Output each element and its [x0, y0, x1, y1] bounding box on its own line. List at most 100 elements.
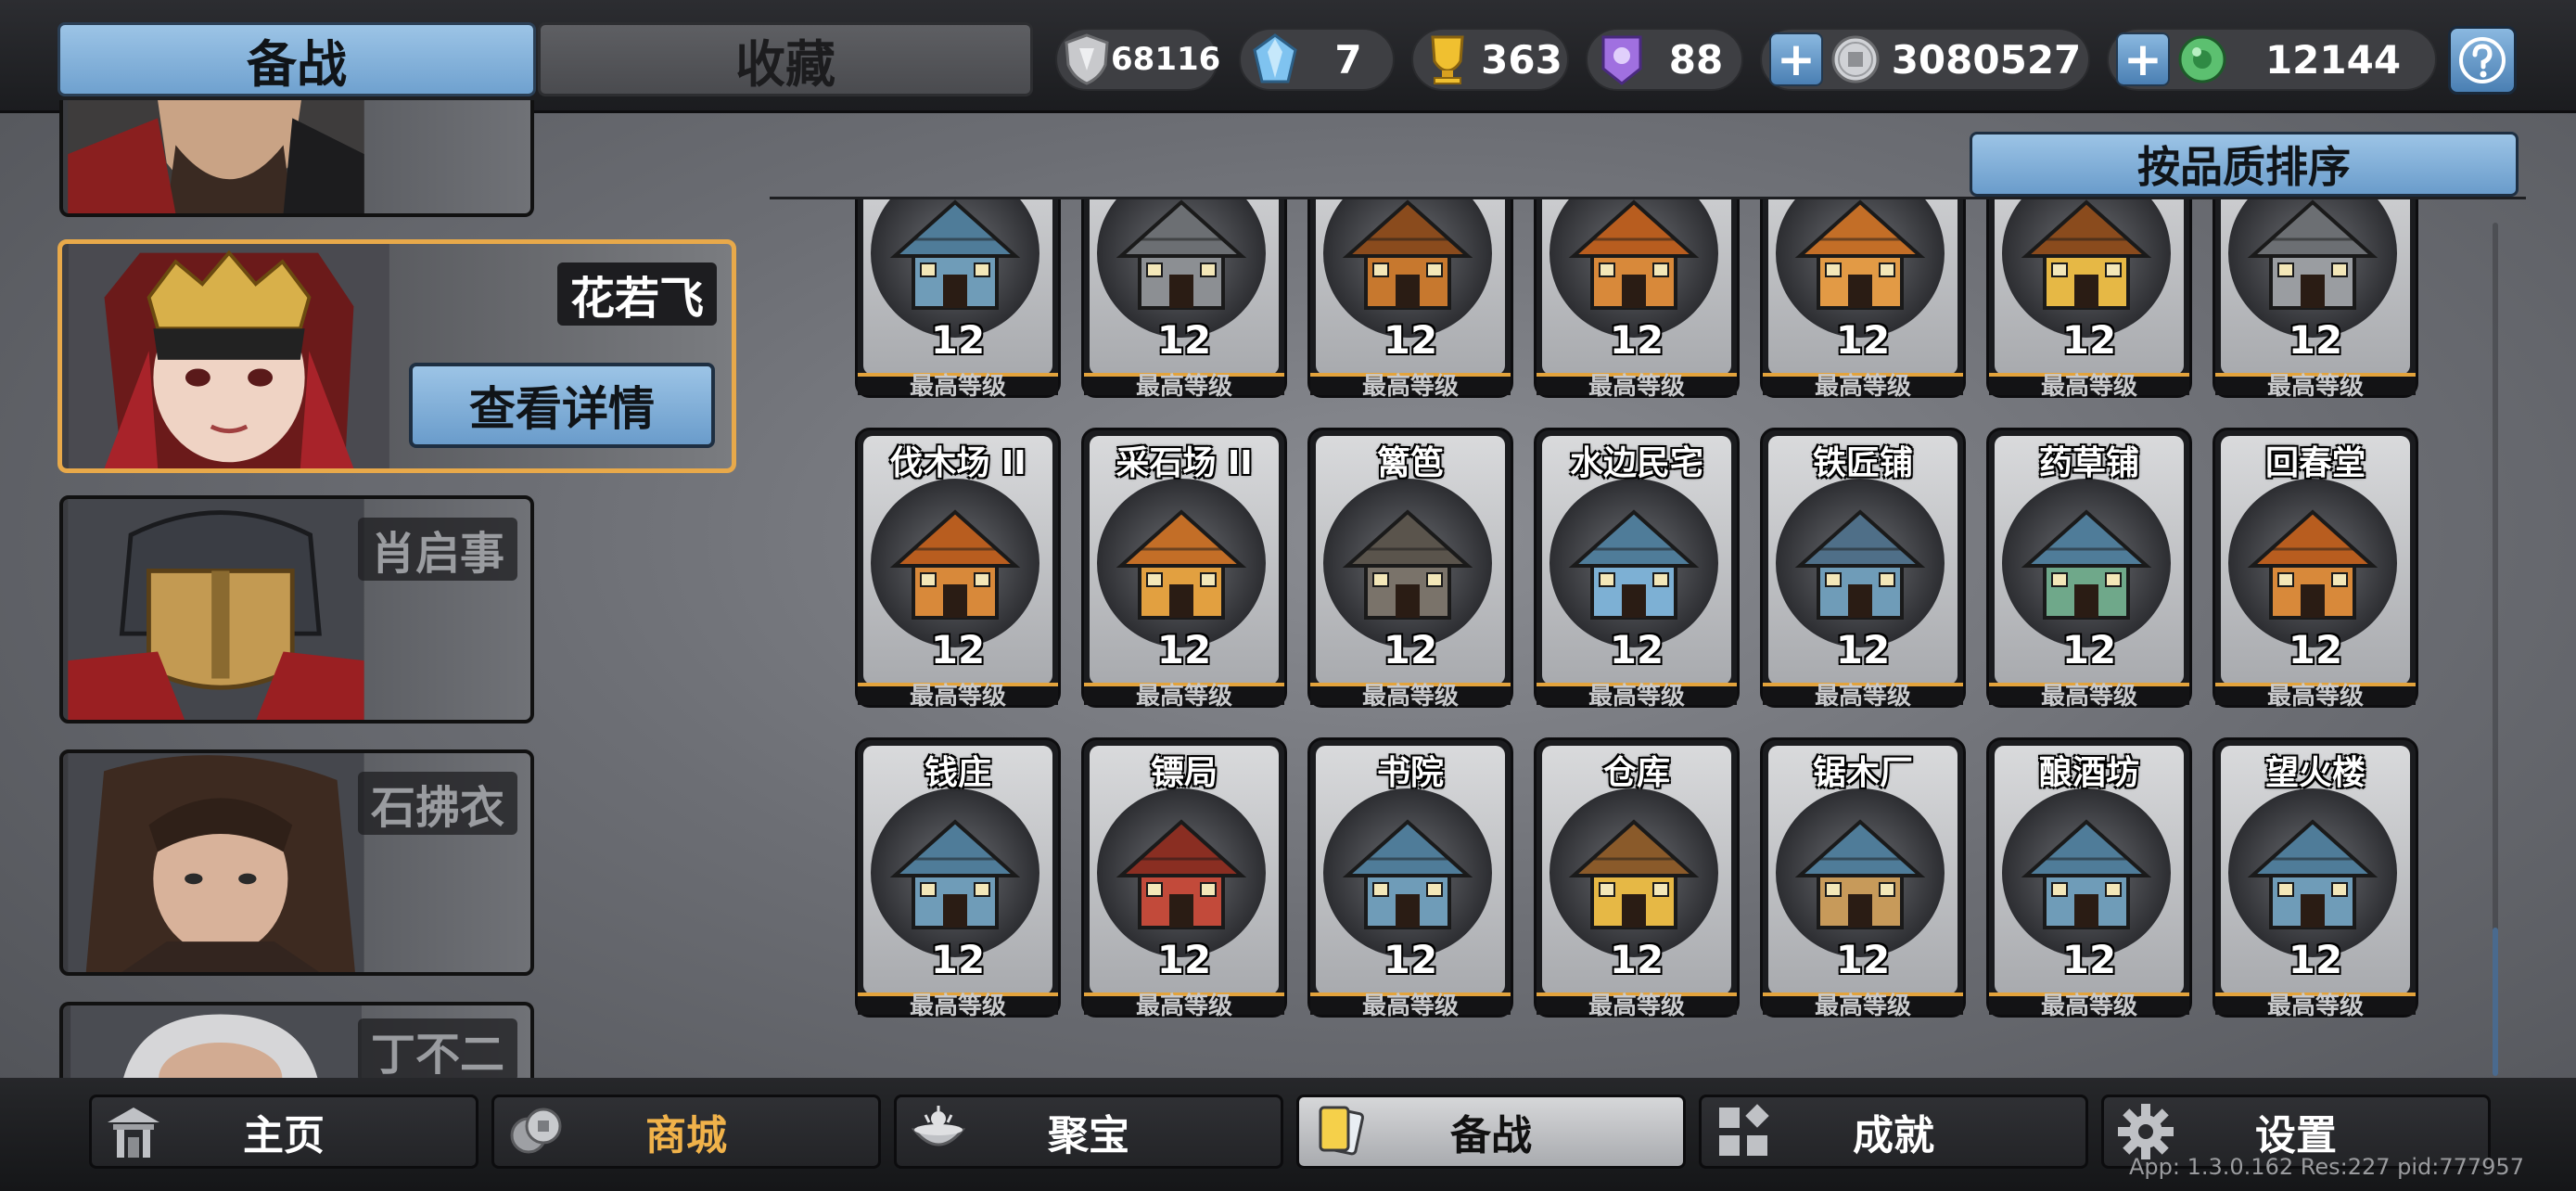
- add-jade-button[interactable]: +: [2116, 32, 2170, 86]
- resource-gold-trophy[interactable]: 363: [1411, 28, 1569, 91]
- hero-card[interactable]: 丁不二: [59, 1002, 534, 1078]
- hero-name: 丁不二: [357, 1018, 517, 1078]
- hero-card[interactable]: 石拂衣: [59, 749, 534, 976]
- max-level-label: 最高等级: [1310, 373, 1511, 399]
- max-level-label: 最高等级: [858, 373, 1058, 399]
- resource-blue-crystal[interactable]: 7: [1239, 28, 1395, 91]
- building-name: 钱庄: [924, 754, 991, 792]
- max-level-label: 最高等级: [1989, 992, 2189, 1018]
- building-card[interactable]: 酿酒坊 12 最高等级: [1986, 737, 2192, 1018]
- max-level-label: 最高等级: [1763, 992, 1963, 1018]
- max-level-label: 最高等级: [1989, 683, 2189, 709]
- building-card[interactable]: 伐木场 II 12 最高等级: [855, 428, 1061, 709]
- gold-trophy-icon: [1419, 31, 1476, 88]
- building-art-icon: [2228, 479, 2397, 647]
- treasure-bowl-icon: [906, 1099, 971, 1164]
- building-card[interactable]: 书院 12 最高等级: [1307, 737, 1513, 1018]
- building-card[interactable]: 铁匠铺 12 最高等级: [1760, 428, 1966, 709]
- building-name: 书院: [1376, 754, 1444, 792]
- building-card[interactable]: 望火楼 12 最高等级: [2213, 737, 2418, 1018]
- resource-purple-token[interactable]: 88: [1586, 28, 1743, 91]
- nav-label: 备战: [1450, 1112, 1532, 1159]
- max-level-label: 最高等级: [1084, 683, 1284, 709]
- building-card[interactable]: 钱庄 12 最高等级: [855, 737, 1061, 1018]
- hero-portrait: [68, 499, 364, 720]
- nav-label: 聚宝: [1048, 1112, 1129, 1159]
- scroll-thumb[interactable]: [2493, 928, 2498, 1076]
- sort-by-quality-button[interactable]: 按品质排序: [1970, 132, 2519, 197]
- building-art-icon: [1323, 479, 1492, 647]
- hero-card[interactable]: 肖启事: [59, 495, 534, 724]
- building-card[interactable]: 12 最高等级: [1534, 199, 1740, 399]
- building-level: 12: [2061, 627, 2117, 672]
- hero-card[interactable]: [59, 100, 534, 217]
- nav-label: 成就: [1853, 1112, 1934, 1159]
- building-name: 回春堂: [2264, 444, 2366, 482]
- building-card[interactable]: 12 最高等级: [2213, 199, 2418, 399]
- building-card[interactable]: 12 最高等级: [1760, 199, 1966, 399]
- building-card[interactable]: 篱笆 12 最高等级: [1307, 428, 1513, 709]
- building-card[interactable]: 12 最高等级: [855, 199, 1061, 399]
- blue-crystal-icon: [1246, 31, 1304, 88]
- silver-coin-icon: [1827, 31, 1884, 88]
- nav-label: 主页: [243, 1112, 325, 1159]
- max-level-label: 最高等级: [2215, 683, 2416, 709]
- building-card[interactable]: 药草铺 12 最高等级: [1986, 428, 2192, 709]
- nav-achievement[interactable]: 成就: [1699, 1095, 2088, 1169]
- building-grid: 12 最高等级 12 最高等级 12 最高等级 12 最高等级 12 最高等级 12 最高等级 12 最高…: [835, 199, 2429, 1062]
- nav-treasure[interactable]: 聚宝: [894, 1095, 1283, 1169]
- building-card[interactable]: 回春堂 12 最高等级: [2213, 428, 2418, 709]
- building-card[interactable]: 锯木厂 12 最高等级: [1760, 737, 1966, 1018]
- blue-crystal-count: 7: [1334, 36, 1362, 83]
- version-text: App: 1.3.0.162 Res:227 pid:777957: [2129, 1154, 2524, 1180]
- help-button[interactable]: [2448, 26, 2517, 95]
- building-card[interactable]: 镖局 12 最高等级: [1081, 737, 1287, 1018]
- home-gate-icon: [101, 1099, 166, 1164]
- building-card[interactable]: 12 最高等级: [1307, 199, 1513, 399]
- hero-portrait: [69, 244, 389, 468]
- building-level: 12: [1156, 627, 1212, 672]
- tab-collection[interactable]: 收藏: [538, 22, 1033, 96]
- building-card[interactable]: 12 最高等级: [1986, 199, 2192, 399]
- building-art-icon: [2002, 788, 2171, 957]
- building-name: 水边民宅: [1569, 444, 1703, 482]
- purple-token-count: 88: [1668, 36, 1724, 83]
- building-level: 12: [1383, 317, 1438, 363]
- building-card[interactable]: 采石场 II 12 最高等级: [1081, 428, 1287, 709]
- achievement-grid-icon: [1711, 1099, 1776, 1164]
- tab-prepare[interactable]: 备战: [57, 22, 536, 96]
- building-card[interactable]: 12 最高等级: [1081, 199, 1287, 399]
- building-level: 12: [2288, 627, 2343, 672]
- max-level-label: 最高等级: [1537, 373, 1737, 399]
- building-art-icon: [1549, 788, 1718, 957]
- building-name: 铁匠铺: [1812, 444, 1913, 482]
- nav-home[interactable]: 主页: [89, 1095, 478, 1169]
- silver-shield-count: 68116: [1111, 41, 1221, 78]
- resource-silver-shield[interactable]: 68116: [1055, 28, 1221, 91]
- view-details-button[interactable]: 查看详情: [409, 363, 715, 448]
- max-level-label: 最高等级: [1537, 992, 1737, 1018]
- nav-label: 设置: [2255, 1112, 2337, 1159]
- hero-card-selected[interactable]: 花若飞 查看详情: [57, 239, 736, 473]
- nav-prepare[interactable]: 备战: [1296, 1095, 1686, 1169]
- hero-portrait: [68, 100, 364, 213]
- grid-scrollbar[interactable]: [2493, 223, 2498, 1076]
- max-level-label: 最高等级: [1537, 683, 1737, 709]
- green-jade-count: 12144: [2264, 36, 2402, 83]
- nav-label: 商城: [645, 1112, 727, 1159]
- building-name: 伐木场 II: [889, 444, 1027, 482]
- purple-token-icon: [1593, 31, 1651, 88]
- add-coin-button[interactable]: +: [1769, 32, 1823, 86]
- max-level-label: 最高等级: [858, 683, 1058, 709]
- building-level: 12: [930, 937, 986, 982]
- building-art-icon: [1097, 479, 1266, 647]
- building-level: 12: [2288, 317, 2343, 363]
- building-level: 12: [1609, 937, 1664, 982]
- max-level-label: 最高等级: [1310, 683, 1511, 709]
- hero-portrait: [70, 1005, 362, 1078]
- gold-trophy-count: 363: [1481, 36, 1562, 83]
- building-card[interactable]: 水边民宅 12 最高等级: [1534, 428, 1740, 709]
- nav-shop[interactable]: 商城: [491, 1095, 881, 1169]
- building-card[interactable]: 仓库 12 最高等级: [1534, 737, 1740, 1018]
- building-level: 12: [2061, 937, 2117, 982]
